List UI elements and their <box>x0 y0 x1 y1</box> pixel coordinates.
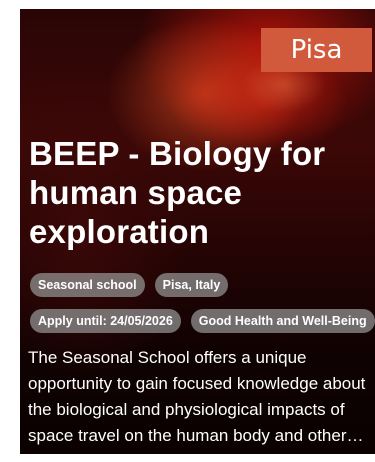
location-tag: Pisa, Italy <box>154 273 229 297</box>
tag-row: Seasonal school Pisa, Italy <box>30 273 375 297</box>
course-description: The Seasonal School offers a unique oppo… <box>28 348 366 445</box>
city-badge: Pisa <box>261 28 372 72</box>
course-card[interactable]: Pisa BEEP - Biology for human space expl… <box>20 9 375 454</box>
type-tag: Seasonal school <box>30 273 145 297</box>
sdg-tag: Good Health and Well-Being <box>190 309 375 333</box>
course-title[interactable]: BEEP - Biology for human space explorati… <box>29 134 369 251</box>
tag-row: Apply until: 24/05/2026 Good Health and … <box>30 309 375 333</box>
deadline-tag: Apply until: 24/05/2026 <box>30 309 181 333</box>
